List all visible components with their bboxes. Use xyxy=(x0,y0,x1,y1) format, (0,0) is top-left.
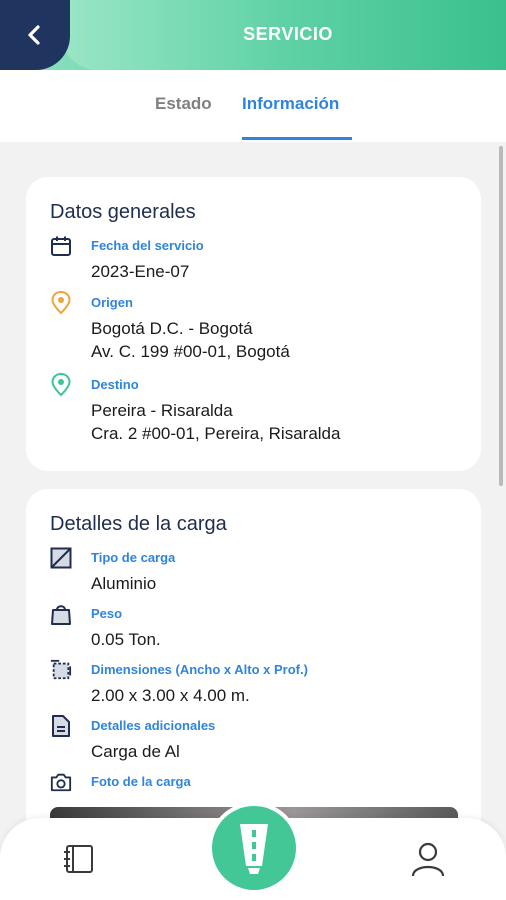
active-tab-indicator xyxy=(242,137,352,140)
card-title: Detalles de la carga xyxy=(50,513,227,535)
app-header: SERVICIO xyxy=(0,0,506,70)
notebook-icon[interactable] xyxy=(62,842,96,876)
cargo-box-icon xyxy=(50,547,72,569)
peso-value: 0.05 Ton. xyxy=(91,630,161,649)
destino-line2: Cra. 2 #00-01, Pereira, Risaralda xyxy=(91,424,341,443)
tipo-carga-label: Tipo de carga xyxy=(91,550,176,565)
user-icon[interactable] xyxy=(410,840,446,878)
fecha-label: Fecha del servicio xyxy=(91,238,204,253)
calendar-icon xyxy=(50,235,72,257)
dimensions-icon xyxy=(50,659,72,681)
tab-estado[interactable]: Estado xyxy=(155,94,212,114)
page-title: SERVICIO xyxy=(243,24,333,44)
fecha-value: 2023-Ene-07 xyxy=(91,262,190,281)
destino-label: Destino xyxy=(91,377,139,392)
destino-line1: Pereira - Risaralda xyxy=(91,401,233,420)
road-icon[interactable] xyxy=(212,806,296,890)
tab-informacion[interactable]: Información xyxy=(242,94,339,114)
scroll-content[interactable]: Datos generales Fecha del servicio 2023-… xyxy=(0,142,506,900)
weight-bag-icon xyxy=(50,603,72,625)
location-pin-green-icon xyxy=(50,373,72,397)
camera-icon xyxy=(50,771,72,793)
card-title: Datos generales xyxy=(50,201,196,223)
dimensiones-label: Dimensiones (Ancho x Alto x Prof.) xyxy=(91,662,308,677)
origen-label: Origen xyxy=(91,295,133,310)
location-pin-orange-icon xyxy=(50,291,72,315)
peso-label: Peso xyxy=(91,606,123,621)
origen-line2: Av. C. 199 #00-01, Bogotá xyxy=(91,342,290,361)
origen-line1: Bogotá D.C. - Bogotá xyxy=(91,319,253,338)
dimensiones-value: 2.00 x 3.00 x 4.00 m. xyxy=(91,686,250,705)
detalles-adicionales-value: Carga de Al xyxy=(91,742,180,761)
foto-carga-label: Foto de la carga xyxy=(91,774,191,789)
datos-generales-card: Datos generales Fecha del servicio 2023-… xyxy=(26,177,481,471)
document-icon xyxy=(50,715,72,737)
tab-bar: Estado Información xyxy=(0,70,506,142)
tipo-carga-value: Aluminio xyxy=(91,574,157,593)
scrollbar[interactable] xyxy=(499,146,503,486)
detalles-adicionales-label: Detalles adicionales xyxy=(91,718,216,733)
